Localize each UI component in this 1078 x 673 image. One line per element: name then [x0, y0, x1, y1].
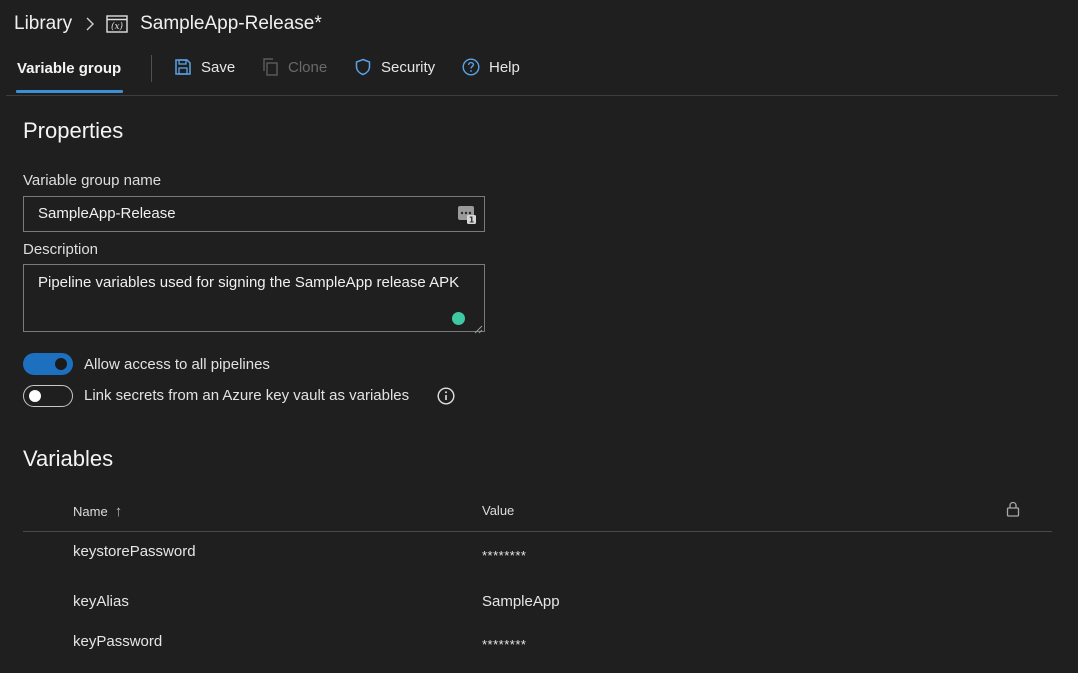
svg-text:(x): (x) — [111, 21, 124, 32]
save-icon — [174, 58, 192, 76]
resize-grip-icon[interactable] — [474, 321, 483, 334]
column-header-value[interactable]: Value — [482, 503, 514, 518]
help-label: Help — [489, 58, 520, 76]
security-button[interactable]: Security — [354, 58, 435, 76]
allow-access-toggle[interactable] — [23, 353, 73, 375]
grammarly-status-icon[interactable] — [452, 312, 465, 325]
tab-variable-group[interactable]: Variable group — [17, 60, 121, 77]
column-header-name-label: Name — [73, 504, 108, 519]
variable-group-name-input[interactable]: SampleApp-Release — [23, 196, 485, 232]
table-row[interactable]: keyPassword ******** — [0, 625, 1078, 669]
lock-icon — [1006, 501, 1020, 517]
toggle-knob — [29, 390, 41, 402]
variable-name[interactable]: keystorePassword — [73, 543, 196, 560]
link-secrets-label: Link secrets from an Azure key vault as … — [84, 387, 410, 404]
password-manager-icon[interactable]: 1 — [458, 204, 476, 225]
svg-text:1: 1 — [469, 216, 475, 225]
variable-name[interactable]: keyAlias — [73, 593, 129, 610]
allow-access-label: Allow access to all pipelines — [84, 356, 270, 373]
column-header-name[interactable]: Name ↑ — [73, 503, 122, 520]
save-button[interactable]: Save — [174, 58, 235, 76]
variable-name[interactable]: keyPassword — [73, 633, 162, 650]
table-header-separator — [23, 531, 1052, 532]
table-row[interactable]: keystorePassword ******** — [0, 533, 1078, 581]
help-icon — [462, 58, 480, 76]
properties-heading: Properties — [23, 118, 124, 143]
description-label: Description — [23, 241, 99, 258]
variable-group-icon: (x) — [106, 15, 128, 33]
toggle-knob — [55, 358, 67, 370]
toolbar-divider — [151, 55, 152, 82]
toolbar: Variable group Save Clone Security Help — [0, 50, 1060, 96]
table-row[interactable]: keyAlias SampleApp — [0, 581, 1078, 625]
breadcrumb-current: SampleApp-Release* — [140, 13, 322, 34]
variables-heading: Variables — [23, 446, 114, 471]
active-tab-indicator — [16, 90, 123, 93]
chevron-right-icon — [84, 17, 96, 31]
clone-label: Clone — [288, 58, 328, 76]
variable-value[interactable]: ******** — [482, 548, 526, 563]
help-button[interactable]: Help — [462, 58, 520, 76]
description-textarea[interactable]: Pipeline variables used for signing the … — [23, 264, 485, 332]
breadcrumb: Library (x) SampleApp-Release* — [14, 10, 322, 38]
breadcrumb-library-link[interactable]: Library — [14, 13, 72, 35]
security-label: Security — [381, 58, 436, 76]
variable-value[interactable]: SampleApp — [482, 593, 560, 610]
info-icon[interactable] — [437, 387, 455, 405]
toolbar-separator — [6, 95, 1058, 96]
save-label: Save — [201, 58, 236, 76]
shield-icon — [354, 58, 372, 76]
sort-ascending-icon: ↑ — [114, 503, 123, 520]
variable-group-name-label: Variable group name — [23, 172, 162, 189]
clone-button[interactable]: Clone — [261, 58, 327, 76]
link-secrets-toggle[interactable] — [23, 385, 73, 407]
variable-value[interactable]: ******** — [482, 637, 526, 652]
clone-icon — [261, 58, 279, 76]
